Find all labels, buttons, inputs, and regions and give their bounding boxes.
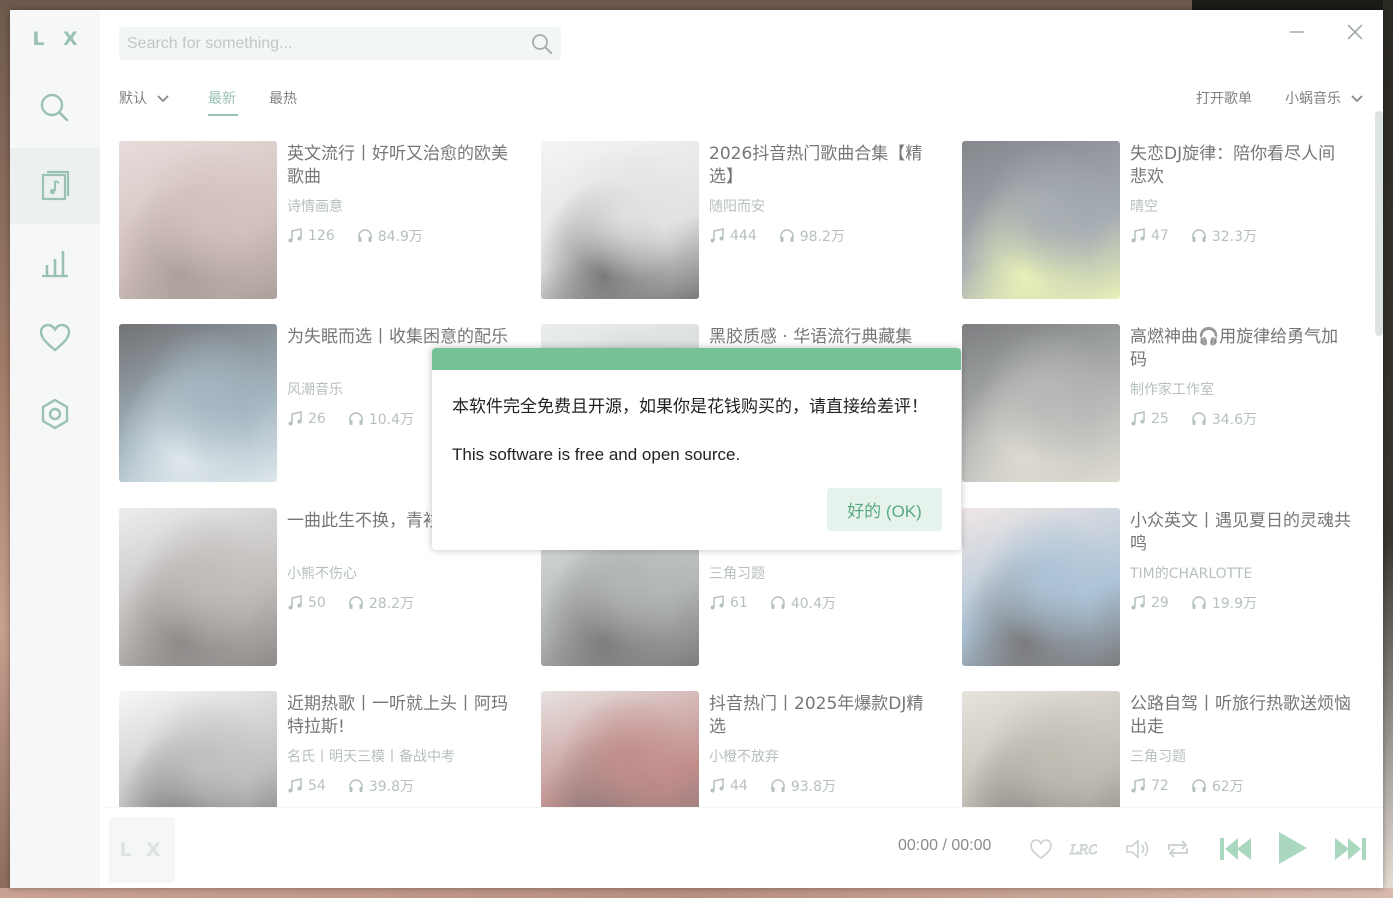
desktop-background-top [1192, 0, 1393, 10]
dialog-header-bar [432, 348, 961, 370]
notice-dialog: 本软件完全免费且开源，如果你是花钱购买的，请直接给差评！ This softwa… [432, 348, 961, 550]
dialog-message-zh: 本软件完全免费且开源，如果你是花钱购买的，请直接给差评！ [452, 397, 928, 417]
app-window: L X Search for something... 默认 最新 最热 打开歌… [10, 10, 1383, 888]
desktop-background-bottom [0, 888, 1393, 898]
desktop-background-right [1383, 0, 1393, 898]
ok-button[interactable]: 好的 (OK) [827, 488, 942, 531]
dialog-message-en: This software is free and open source. [452, 445, 741, 464]
